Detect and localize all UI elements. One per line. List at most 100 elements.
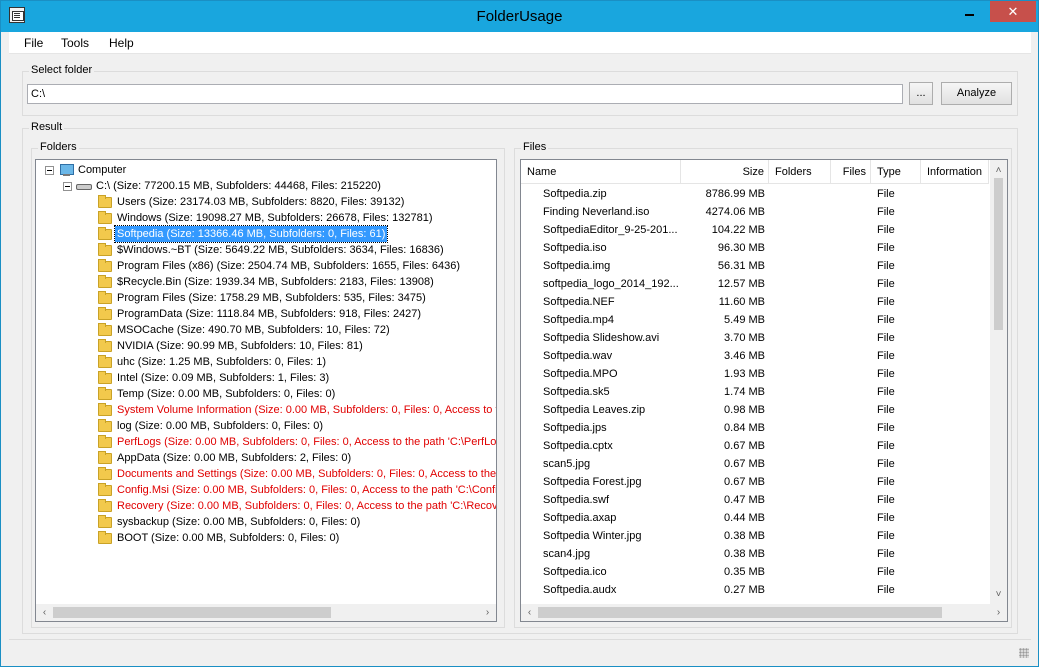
tree-node-computer[interactable]: Computer	[36, 162, 496, 178]
files-vscroll-thumb[interactable]	[994, 178, 1003, 330]
files-list[interactable]: Name Size Folders Files Type Information…	[520, 159, 1008, 622]
file-type-cell: File	[877, 368, 895, 380]
file-row[interactable]: Softpedia.zip 8786.99 MB File	[521, 185, 989, 203]
browse-button[interactable]: ...	[909, 82, 933, 105]
menu-help[interactable]: Help	[109, 36, 134, 50]
file-row[interactable]: Finding Neverland.iso 4274.06 MB File	[521, 203, 989, 221]
files-horizontal-scrollbar[interactable]: ‹ ›	[521, 604, 1007, 621]
file-name-cell: Softpedia Leaves.zip	[543, 404, 646, 416]
tree-node-label: PerfLogs (Size: 0.00 MB, Subfolders: 0, …	[117, 436, 497, 448]
tree-node-folder[interactable]: Config.Msi (Size: 0.00 MB, Subfolders: 0…	[36, 482, 496, 498]
file-name-cell: softpedia_logo_2014_192...	[543, 278, 679, 290]
folder-icon	[98, 243, 112, 256]
file-row[interactable]: Softpedia Slideshow.avi 3.70 MB File	[521, 329, 989, 347]
scroll-up-icon[interactable]: ˄	[990, 162, 1007, 179]
result-label: Result	[29, 121, 65, 133]
collapse-icon[interactable]	[45, 166, 54, 175]
file-row[interactable]: Softpedia.iso 96.30 MB File	[521, 239, 989, 257]
folder-icon	[98, 307, 112, 320]
tree-node-folder[interactable]: sysbackup (Size: 0.00 MB, Subfolders: 0,…	[36, 514, 496, 530]
file-row[interactable]: Softpedia.mp4 5.49 MB File	[521, 311, 989, 329]
column-size[interactable]: Size	[681, 160, 769, 184]
tree-node-folder[interactable]: Intel (Size: 0.09 MB, Subfolders: 1, Fil…	[36, 370, 496, 386]
resize-grip-icon[interactable]	[1019, 648, 1029, 658]
tree-horizontal-scrollbar[interactable]: ‹ ›	[36, 604, 496, 621]
scroll-left-icon[interactable]: ‹	[36, 604, 53, 621]
file-size-cell: 0.67 MB	[724, 476, 765, 488]
tree-node-folder[interactable]: log (Size: 0.00 MB, Subfolders: 0, Files…	[36, 418, 496, 434]
file-row[interactable]: softpedia_logo_2014_192... 12.57 MB File	[521, 275, 989, 293]
file-row[interactable]: Softpedia.audx 0.27 MB File	[521, 581, 989, 599]
file-row[interactable]: Softpedia.wav 3.46 MB File	[521, 347, 989, 365]
close-button[interactable]: ✕	[990, 1, 1036, 22]
file-row[interactable]: Softpedia.jps 0.84 MB File	[521, 419, 989, 437]
column-folders[interactable]: Folders	[769, 160, 831, 184]
tree-node-folder[interactable]: Recovery (Size: 0.00 MB, Subfolders: 0, …	[36, 498, 496, 514]
file-size-cell: 0.84 MB	[724, 422, 765, 434]
file-row[interactable]: Softpedia.cptx 0.67 MB File	[521, 437, 989, 455]
tree-node-folder[interactable]: Program Files (Size: 1758.29 MB, Subfold…	[36, 290, 496, 306]
collapse-icon[interactable]	[63, 182, 72, 191]
tree-node-label: Documents and Settings (Size: 0.00 MB, S…	[117, 468, 497, 480]
file-row[interactable]: scan5.jpg 0.67 MB File	[521, 455, 989, 473]
tree-scroll-thumb[interactable]	[53, 607, 331, 618]
tree-node-folder[interactable]: Temp (Size: 0.00 MB, Subfolders: 0, File…	[36, 386, 496, 402]
column-type[interactable]: Type	[871, 160, 921, 184]
tree-node-folder[interactable]: NVIDIA (Size: 90.99 MB, Subfolders: 10, …	[36, 338, 496, 354]
title-bar[interactable]: FolderUsage ✕	[1, 1, 1038, 32]
column-files[interactable]: Files	[831, 160, 871, 184]
files-vertical-scrollbar[interactable]: ˄ ˅	[990, 160, 1007, 604]
files-label: Files	[521, 141, 549, 153]
client-area: File Tools Help Select folder C:\ ... An…	[9, 32, 1031, 660]
tree-node-folder[interactable]: Program Files (x86) (Size: 2504.74 MB, S…	[36, 258, 496, 274]
folder-icon	[98, 259, 112, 272]
file-type-cell: File	[877, 296, 895, 308]
file-row[interactable]: Softpedia.NEF 11.60 MB File	[521, 293, 989, 311]
tree-node-folder[interactable]: AppData (Size: 0.00 MB, Subfolders: 2, F…	[36, 450, 496, 466]
folders-tree[interactable]: Computer C:\ (Size: 77200.15 MB, Subfolde…	[35, 159, 497, 622]
file-row[interactable]: Softpedia.axap 0.44 MB File	[521, 509, 989, 527]
tree-node-folder[interactable]: System Volume Information (Size: 0.00 MB…	[36, 402, 496, 418]
file-row[interactable]: Softpedia.ico 0.35 MB File	[521, 563, 989, 581]
tree-node-folder[interactable]: PerfLogs (Size: 0.00 MB, Subfolders: 0, …	[36, 434, 496, 450]
tree-node-folder[interactable]: ProgramData (Size: 1118.84 MB, Subfolder…	[36, 306, 496, 322]
tree-node-folder[interactable]: $Recycle.Bin (Size: 1939.34 MB, Subfolde…	[36, 274, 496, 290]
file-row[interactable]: scan4.jpg 0.38 MB File	[521, 545, 989, 563]
file-row[interactable]: Softpedia.img 56.31 MB File	[521, 257, 989, 275]
scroll-down-icon[interactable]: ˅	[990, 586, 1007, 603]
file-row[interactable]: Softpedia.MPO 1.93 MB File	[521, 365, 989, 383]
tree-node-folder[interactable]: Documents and Settings (Size: 0.00 MB, S…	[36, 466, 496, 482]
column-name[interactable]: Name	[521, 160, 681, 184]
file-row[interactable]: Softpedia Leaves.zip 0.98 MB File	[521, 401, 989, 419]
column-information[interactable]: Information	[921, 160, 989, 184]
file-row[interactable]: Softpedia.swf 0.47 MB File	[521, 491, 989, 509]
scroll-left-icon[interactable]: ‹	[521, 604, 538, 621]
tree-node-label: Softpedia (Size: 13366.46 MB, Subfolders…	[113, 225, 389, 243]
scroll-right-icon[interactable]: ›	[479, 604, 496, 621]
folder-icon	[98, 211, 112, 224]
tree-node-folder[interactable]: Softpedia (Size: 13366.46 MB, Subfolders…	[36, 225, 496, 243]
folder-icon	[98, 371, 112, 384]
tree-node-label: AppData (Size: 0.00 MB, Subfolders: 2, F…	[117, 452, 352, 464]
file-row[interactable]: Softpedia Winter.jpg 0.38 MB File	[521, 527, 989, 545]
analyze-button[interactable]: Analyze	[941, 82, 1012, 105]
scroll-right-icon[interactable]: ›	[990, 604, 1007, 621]
file-row[interactable]: Softpedia Forest.jpg 0.67 MB File	[521, 473, 989, 491]
tree-node-label: Program Files (Size: 1758.29 MB, Subfold…	[117, 292, 426, 304]
folder-icon	[98, 339, 112, 352]
file-row[interactable]: Softpedia.sk5 1.74 MB File	[521, 383, 989, 401]
tree-node-folder[interactable]: uhc (Size: 1.25 MB, Subfolders: 0, Files…	[36, 354, 496, 370]
folder-path-input[interactable]: C:\	[27, 84, 903, 104]
tree-node-folder[interactable]: BOOT (Size: 0.00 MB, Subfolders: 0, File…	[36, 530, 496, 546]
tree-node-folder[interactable]: $Windows.~BT (Size: 5649.22 MB, Subfolde…	[36, 242, 496, 258]
tree-node-folder[interactable]: Windows (Size: 19098.27 MB, Subfolders: …	[36, 210, 496, 226]
menu-tools[interactable]: Tools	[61, 36, 89, 50]
files-hscroll-thumb[interactable]	[538, 607, 942, 618]
file-row[interactable]: SoftpediaEditor_9-25-201... 104.22 MB File	[521, 221, 989, 239]
tree-node-folder[interactable]: Users (Size: 23174.03 MB, Subfolders: 88…	[36, 194, 496, 210]
minimize-button[interactable]	[956, 1, 982, 22]
tree-node-drive[interactable]: C:\ (Size: 77200.15 MB, Subfolders: 4446…	[36, 178, 496, 194]
folder-icon	[98, 515, 112, 528]
menu-file[interactable]: File	[24, 36, 43, 50]
tree-node-folder[interactable]: MSOCache (Size: 490.70 MB, Subfolders: 1…	[36, 322, 496, 338]
